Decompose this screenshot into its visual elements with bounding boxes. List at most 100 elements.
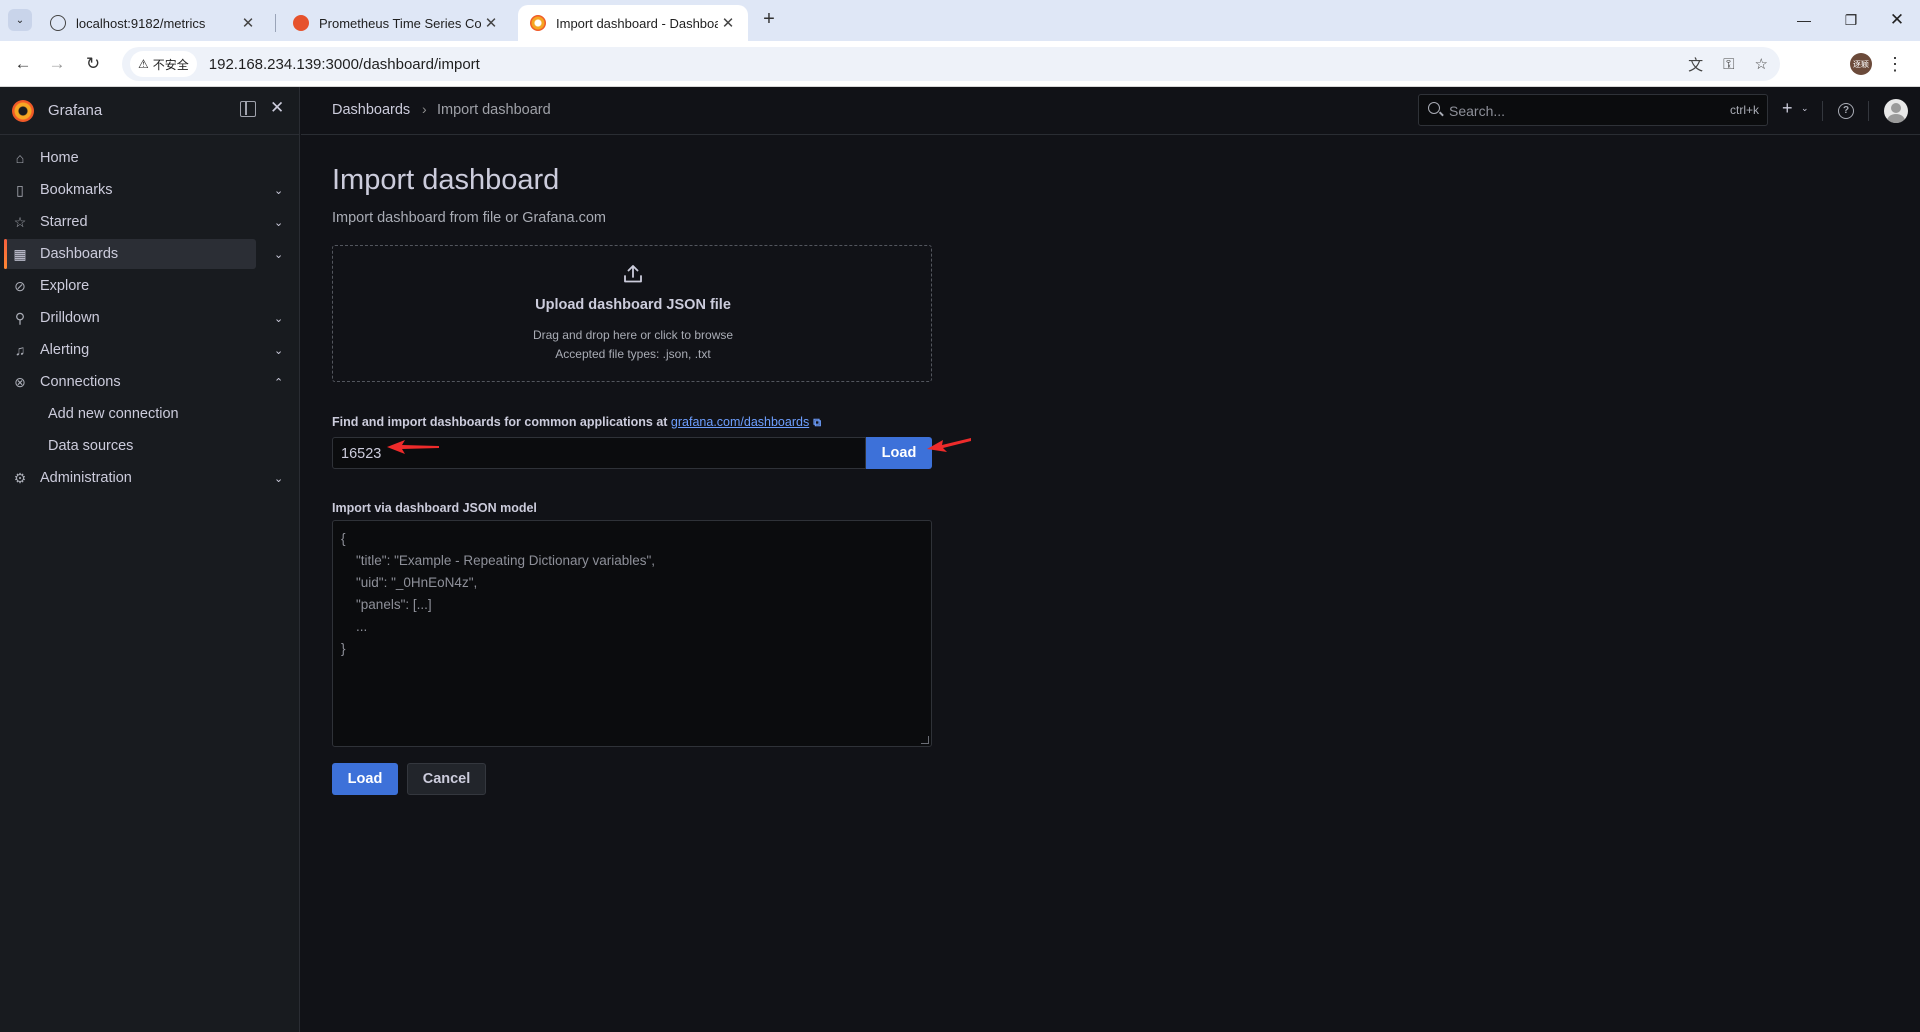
json-model-textarea[interactable]: { "title": "Example - Repeating Dictiona… xyxy=(332,520,932,747)
sidebar-item-label: Starred xyxy=(40,214,88,230)
user-avatar[interactable] xyxy=(1884,99,1908,123)
divider xyxy=(1822,101,1823,121)
dashboards-icon: ▦ xyxy=(13,246,27,262)
brand-name: Grafana xyxy=(48,102,103,119)
sidebar-item-starred[interactable]: ☆ Starred ⌄ xyxy=(0,206,300,238)
password-key-icon[interactable]: ⚿ xyxy=(1723,56,1734,73)
omnibox[interactable]: ⚠ 不安全 192.168.234.139:3000/dashboard/imp… xyxy=(122,47,1780,81)
browser-menu-icon[interactable]: ⋮ xyxy=(1886,51,1904,77)
sidebar-item-home[interactable]: ⌂ Home xyxy=(0,142,300,174)
sidebar-item-label: Explore xyxy=(40,278,90,294)
close-icon[interactable]: ✕ xyxy=(481,14,501,32)
chevron-down-icon[interactable]: ⌄ xyxy=(274,344,283,357)
tab-title: Import dashboard - Dashboa xyxy=(556,15,718,31)
sidebar-item-bookmarks[interactable]: ▯ Bookmarks ⌄ xyxy=(0,174,300,206)
gear-icon: ⚙ xyxy=(13,470,27,486)
url-text[interactable]: 192.168.234.139:3000/dashboard/import xyxy=(209,56,480,73)
resize-handle-icon[interactable] xyxy=(921,736,929,744)
new-tab-icon[interactable]: + xyxy=(757,8,781,32)
load-button[interactable]: Load xyxy=(332,763,398,795)
chevron-down-icon[interactable]: ⌄ xyxy=(1801,103,1809,114)
warning-icon: ⚠ xyxy=(138,57,149,71)
browser-tab-metrics[interactable]: localhost:9182/metrics ✕ xyxy=(38,5,268,41)
json-model-placeholder: { "title": "Example - Repeating Dictiona… xyxy=(341,531,656,656)
chevron-down-icon[interactable]: ⌄ xyxy=(274,312,283,325)
search-icon xyxy=(1428,102,1440,114)
chevron-down-icon[interactable]: ⌄ xyxy=(274,184,283,197)
minimize-icon[interactable]: — xyxy=(1781,0,1827,40)
sidebar-item-label: Administration xyxy=(40,470,132,486)
search-input[interactable]: Search... ctrl+k xyxy=(1418,94,1768,126)
tab-search-chevron-icon[interactable]: ⌄ xyxy=(8,9,32,31)
sidebar-item-dashboards[interactable]: ▦ Dashboards ⌄ xyxy=(0,238,300,270)
security-indicator[interactable]: ⚠ 不安全 xyxy=(130,51,197,77)
connections-icon: ⊗ xyxy=(14,374,26,390)
sidebar-item-add-new-connection[interactable]: Add new connection xyxy=(0,398,300,430)
page-title: Import dashboard xyxy=(332,164,560,196)
chevron-down-icon[interactable]: ⌄ xyxy=(274,472,283,485)
chevron-down-icon[interactable]: ⌄ xyxy=(274,248,283,261)
breadcrumb-dashboards[interactable]: Dashboards xyxy=(332,102,410,118)
chevron-down-icon[interactable]: ⌄ xyxy=(274,216,283,229)
reload-icon[interactable]: ↻ xyxy=(80,51,106,77)
sidebar-item-administration[interactable]: ⚙ Administration ⌄ xyxy=(0,462,300,494)
grafana-logo-icon[interactable] xyxy=(12,100,34,122)
translate-icon[interactable]: ⽂ xyxy=(1688,54,1703,75)
close-icon[interactable]: ✕ xyxy=(238,14,258,32)
restore-icon[interactable]: ❐ xyxy=(1828,0,1874,40)
annotation-arrow-load xyxy=(927,438,971,452)
grafana-com-load-button[interactable]: Load xyxy=(866,437,932,469)
search-placeholder: Search... xyxy=(1449,103,1506,119)
window-close-icon[interactable]: ✕ xyxy=(1874,0,1920,40)
upload-file-types: Accepted file types: .json, .txt xyxy=(555,347,711,361)
sidebar-item-label: Connections xyxy=(40,374,121,390)
annotation-arrow-input xyxy=(387,440,439,454)
browser-tab-prometheus[interactable]: Prometheus Time Series Colle ✕ xyxy=(281,5,511,41)
help-icon[interactable]: ? xyxy=(1838,103,1854,119)
drilldown-icon: ⚲ xyxy=(14,310,26,326)
close-icon[interactable]: ✕ xyxy=(718,14,738,32)
compass-icon: ⊘ xyxy=(14,278,26,294)
breadcrumb-separator-icon: › xyxy=(422,101,427,117)
sidebar-item-label: Add new connection xyxy=(48,406,179,422)
tab-divider xyxy=(275,14,276,32)
sidebar-nav: ⌂ Home ▯ Bookmarks ⌄ ☆ Starred ⌄ ▦ Dashb… xyxy=(0,142,300,494)
sidebar-item-label: Dashboards xyxy=(40,246,119,262)
upload-title: Upload dashboard JSON file xyxy=(535,297,731,313)
sidebar-item-label: Home xyxy=(40,150,79,166)
omnibox-actions: ⽂ ⚿ ☆ xyxy=(1688,47,1768,81)
bookmark-star-icon[interactable]: ☆ xyxy=(1755,55,1768,73)
grafana-com-link[interactable]: grafana.com/dashboards xyxy=(671,415,809,429)
external-link-icon[interactable]: ⧉ xyxy=(813,417,821,430)
forward-arrow-icon[interactable]: → xyxy=(44,51,70,77)
sidebar-item-label: Bookmarks xyxy=(40,182,113,198)
new-plus-icon[interactable]: + xyxy=(1782,98,1793,119)
tab-title: Prometheus Time Series Colle xyxy=(319,15,481,31)
close-menu-icon[interactable]: ✕ xyxy=(270,98,284,118)
sidebar-item-drilldown[interactable]: ⚲ Drilldown ⌄ xyxy=(0,302,300,334)
sidebar-item-label: Alerting xyxy=(40,342,90,358)
search-shortcut: ctrl+k xyxy=(1729,103,1759,117)
sidebar-item-data-sources[interactable]: Data sources xyxy=(0,430,300,462)
sidebar-item-label: Data sources xyxy=(48,438,134,454)
grafana-icon xyxy=(530,15,546,31)
cancel-button[interactable]: Cancel xyxy=(407,763,486,795)
chevron-up-icon[interactable]: ⌃ xyxy=(274,376,283,389)
tab-title: localhost:9182/metrics xyxy=(76,15,206,31)
browser-profile-avatar[interactable]: 逐颖 xyxy=(1850,53,1872,75)
upload-icon xyxy=(624,265,642,283)
sidebar-item-alerting[interactable]: ♫ Alerting ⌄ xyxy=(0,334,300,366)
back-arrow-icon[interactable]: ← xyxy=(10,51,36,77)
divider xyxy=(1868,101,1869,121)
sidebar-item-connections[interactable]: ⊗ Connections ⌃ xyxy=(0,366,300,398)
browser-tab-import-dashboard[interactable]: Import dashboard - Dashboa ✕ xyxy=(518,5,748,41)
sidebar-item-explore[interactable]: ⊘ Explore xyxy=(0,270,300,302)
grafana-com-label-text: Find and import dashboards for common ap… xyxy=(332,415,671,429)
sidebar-header: Grafana ✕ xyxy=(0,87,300,135)
dock-menu-icon[interactable] xyxy=(240,101,256,117)
breadcrumb-current: Import dashboard xyxy=(437,102,551,118)
upload-dropzone[interactable]: Upload dashboard JSON file Drag and drop… xyxy=(332,245,932,382)
globe-icon xyxy=(50,15,66,31)
grafana-com-id-value: 16523 xyxy=(341,446,382,462)
grafana-top-bar: Dashboards › Import dashboard Search... … xyxy=(301,87,1920,135)
